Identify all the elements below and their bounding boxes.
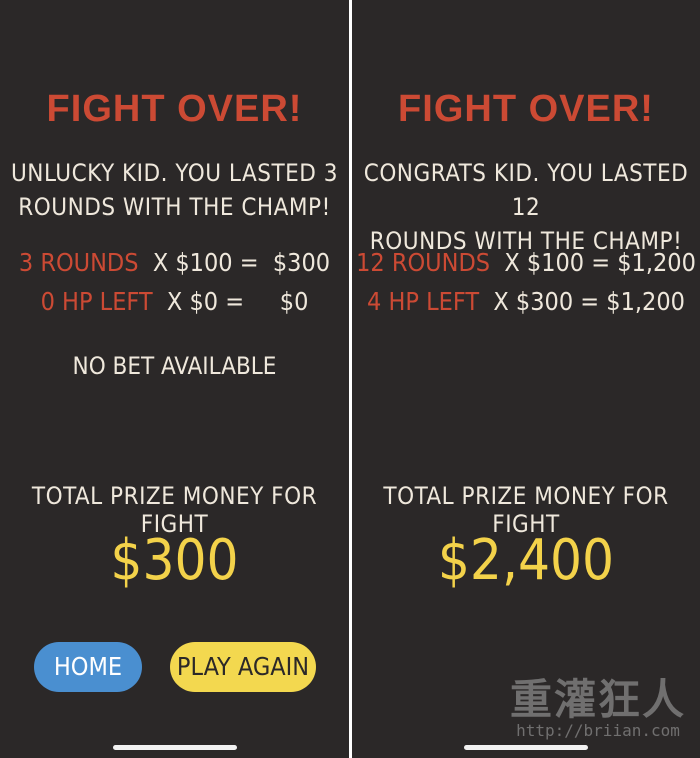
- home-indicator-bar[interactable]: [112, 745, 237, 750]
- screen-right: FIGHT OVER! CONGRATS KID. YOU LASTED 12 …: [352, 0, 700, 758]
- rounds-quantity: 12 ROUNDS: [356, 248, 491, 277]
- hp-calc-row: 0 HP LEFT X $0 = $0: [0, 287, 349, 316]
- watermark-logo: 重灌狂人: [509, 675, 686, 724]
- rounds-quantity: 3 ROUNDS: [18, 248, 139, 277]
- result-message: CONGRATS KID. YOU LASTED 12 ROUNDS WITH …: [352, 156, 700, 258]
- total-prize-value: $2,400: [437, 528, 615, 593]
- watermark-url: http://briian.com: [516, 721, 680, 740]
- play-again-button[interactable]: PLAY AGAIN: [170, 642, 316, 692]
- result-message-line-2: ROUNDS WITH THE CHAMP!: [18, 193, 331, 221]
- result-message-line-1: CONGRATS KID. YOU LASTED 12: [363, 159, 689, 221]
- home-indicator-bar[interactable]: [464, 745, 588, 750]
- rounds-calculation: X $100 = $1,200: [490, 248, 696, 277]
- hp-calculation: X $0 = $0: [152, 287, 309, 316]
- hp-calculation: X $300 = $1,200: [479, 287, 685, 316]
- rounds-calc-row: 12 ROUNDS X $100 = $1,200: [352, 248, 700, 277]
- total-prize-value: $300: [110, 528, 239, 593]
- hp-calc-row: 4 HP LEFT X $300 = $1,200: [352, 287, 700, 316]
- result-message-line-1: UNLUCKY KID. YOU LASTED 3: [11, 159, 338, 187]
- bet-status-note: NO BET AVAILABLE: [72, 352, 277, 380]
- fight-over-title: FIGHT OVER!: [46, 88, 303, 130]
- rounds-calculation: X $100 = $300: [138, 248, 331, 277]
- home-button[interactable]: HOME: [34, 642, 142, 692]
- rounds-calc-row: 3 ROUNDS X $100 = $300: [0, 248, 349, 277]
- fight-over-title: FIGHT OVER!: [398, 88, 654, 130]
- hp-quantity: 4 HP LEFT: [367, 287, 480, 316]
- screen-left: FIGHT OVER! UNLUCKY KID. YOU LASTED 3 RO…: [0, 0, 349, 758]
- watermark: 重灌狂人 http://briian.com: [510, 678, 686, 740]
- result-message: UNLUCKY KID. YOU LASTED 3 ROUNDS WITH TH…: [0, 156, 349, 224]
- hp-quantity: 0 HP LEFT: [40, 287, 153, 316]
